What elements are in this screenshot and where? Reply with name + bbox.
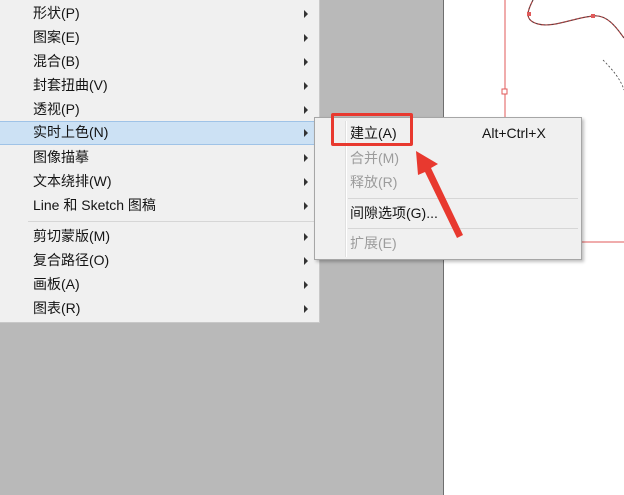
menu-item-label: 透视(P)	[33, 101, 80, 117]
menu-item-image-trace[interactable]: 图像描摹	[0, 146, 319, 170]
menu-item-live-paint[interactable]: 实时上色(N)	[0, 121, 319, 145]
menu-item-pattern[interactable]: 图案(E)	[0, 26, 319, 50]
submenu-arrow-icon	[304, 257, 308, 265]
shortcut-label: Alt+Ctrl+X	[482, 125, 546, 141]
menu-item-label: 图案(E)	[33, 29, 80, 45]
submenu-arrow-icon	[304, 202, 308, 210]
menu-item-blend[interactable]: 混合(B)	[0, 50, 319, 74]
menu-item-envelope-distort[interactable]: 封套扭曲(V)	[0, 74, 319, 98]
annotation-arrow-icon	[416, 151, 463, 238]
submenu-arrow-icon	[304, 82, 308, 90]
menu-item-label: 图表(R)	[33, 300, 81, 316]
menu-item-label: 封套扭曲(V)	[33, 77, 108, 93]
menu-separator	[28, 221, 318, 222]
menu-item-label: 文本绕排(W)	[33, 173, 112, 189]
submenu-item-label: 合并(M)	[350, 150, 399, 166]
menu-item-clipping-mask[interactable]: 剪切蒙版(M)	[0, 225, 319, 249]
object-menu: 形状(P) 图案(E) 混合(B) 封套扭曲(V) 透视(P) 实时上色(N) …	[0, 0, 320, 323]
menu-item-shape[interactable]: 形状(P)	[0, 2, 319, 26]
submenu-item-label: 释放(R)	[350, 174, 398, 190]
menu-item-label: 实时上色(N)	[33, 124, 109, 140]
menu-item-label: 剪切蒙版(M)	[33, 228, 110, 244]
menu-item-label: 画板(A)	[33, 276, 80, 292]
menu-item-label: Line 和 Sketch 图稿	[33, 197, 156, 213]
submenu-arrow-icon	[304, 34, 308, 42]
menu-item-compound-path[interactable]: 复合路径(O)	[0, 249, 319, 273]
menu-item-text-wrap[interactable]: 文本绕排(W)	[0, 170, 319, 194]
menu-item-label: 形状(P)	[33, 5, 80, 21]
submenu-arrow-icon	[304, 154, 308, 162]
submenu-arrow-icon	[304, 281, 308, 289]
submenu-arrow-icon	[304, 106, 308, 114]
menu-item-label: 图像描摹	[33, 149, 89, 165]
submenu-arrow-icon	[304, 305, 308, 313]
menu-item-label: 混合(B)	[33, 53, 80, 69]
menu-item-line-sketch[interactable]: Line 和 Sketch 图稿	[0, 194, 319, 218]
menu-item-artboards[interactable]: 画板(A)	[0, 273, 319, 297]
menu-item-label: 复合路径(O)	[33, 252, 110, 268]
submenu-arrow-icon	[304, 58, 308, 66]
submenu-arrow-icon	[304, 233, 308, 241]
menu-item-perspective[interactable]: 透视(P)	[0, 98, 319, 122]
menu-item-graph[interactable]: 图表(R)	[0, 297, 319, 321]
submenu-item-label: 扩展(E)	[350, 235, 397, 251]
submenu-arrow-icon	[304, 10, 308, 18]
submenu-arrow-icon	[304, 178, 308, 186]
submenu-arrow-icon	[304, 129, 308, 137]
